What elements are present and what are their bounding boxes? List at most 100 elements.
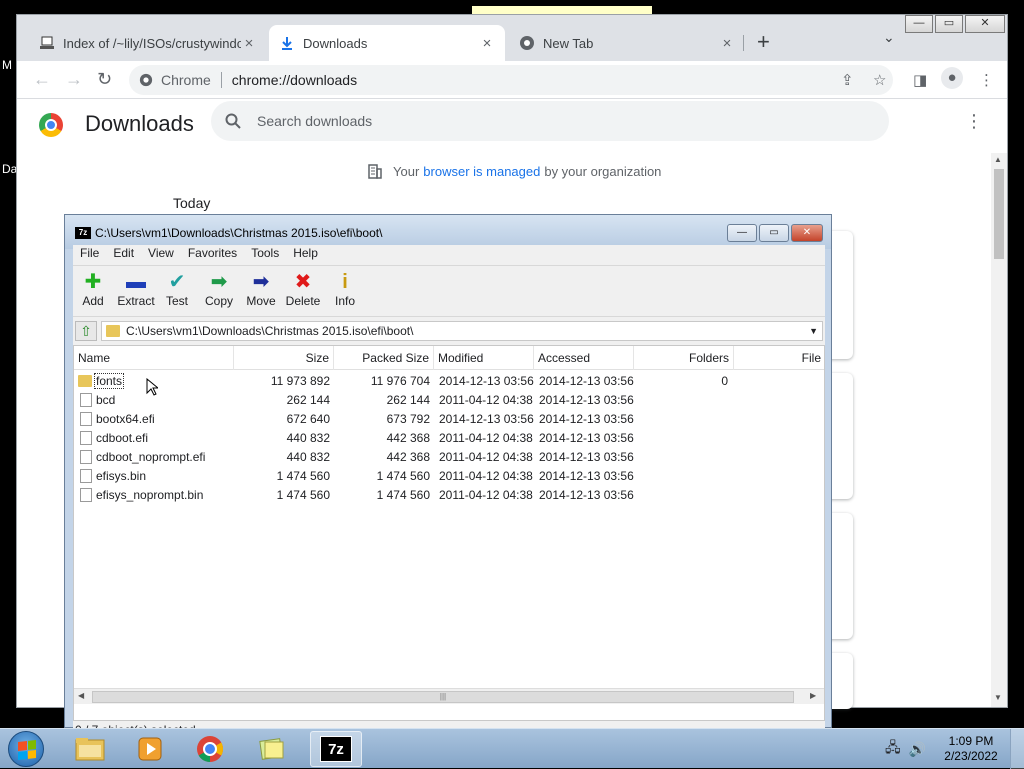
tab-search-button[interactable]: ⌄: [883, 29, 895, 46]
column-packed-size[interactable]: Packed Size: [334, 346, 434, 370]
maximize-button[interactable]: ▭: [759, 224, 789, 242]
back-button[interactable]: ←: [33, 69, 51, 90]
chrome-icon: [139, 73, 153, 87]
check-icon: ✔: [168, 271, 186, 293]
column-name[interactable]: Name: [74, 346, 234, 370]
profile-avatar-icon[interactable]: ●: [941, 67, 963, 89]
scrollbar-thumb[interactable]: [994, 169, 1004, 259]
horizontal-scrollbar[interactable]: ◀ ||| ▶: [74, 688, 824, 704]
add-button[interactable]: ✚ Add: [72, 270, 114, 308]
desktop-icon-label: M: [2, 58, 12, 72]
delete-button[interactable]: ✖ Delete: [282, 270, 324, 308]
tab-title: New Tab: [543, 35, 594, 51]
info-button[interactable]: i Info: [324, 270, 366, 308]
packed-size-cell: 442 368: [386, 431, 430, 445]
column-files[interactable]: File: [734, 346, 824, 370]
search-downloads-input[interactable]: Search downloads: [211, 101, 889, 141]
folder-icon: [78, 375, 92, 387]
sevenzip-titlebar[interactable]: 7z C:\Users\vm1\Downloads\Christmas 2015…: [65, 215, 831, 249]
accessed-cell: 2014-12-13 03:56: [539, 374, 634, 388]
path-dropdown-icon[interactable]: ▼: [809, 322, 818, 340]
scroll-right-icon[interactable]: ▶: [810, 691, 816, 700]
page-scrollbar[interactable]: ▲ ▼: [991, 153, 1007, 707]
downloads-menu-icon[interactable]: ⋮: [965, 111, 983, 132]
show-desktop-button[interactable]: [1010, 729, 1024, 769]
sevenzip-menubar: File Edit View Favorites Tools Help: [73, 245, 325, 263]
tab-downloads[interactable]: Downloads ×: [269, 25, 505, 61]
scroll-up-icon[interactable]: ▲: [994, 155, 1002, 164]
modified-cell: 2011-04-12 04:38: [439, 393, 533, 407]
file-name: bootx64.efi: [96, 412, 155, 426]
close-tab-icon[interactable]: ×: [241, 35, 257, 52]
scroll-left-icon[interactable]: ◀: [78, 691, 84, 700]
close-window-button[interactable]: ✕: [791, 224, 823, 242]
clock[interactable]: 1:09 PM 2/23/2022: [932, 734, 1010, 764]
tab-index-of-isos[interactable]: Index of /~lily/ISOs/crustywindo ×: [29, 25, 267, 61]
omnibox-chrome-label: Chrome: [161, 72, 211, 88]
size-cell: 440 832: [286, 431, 330, 445]
reload-button[interactable]: ↻: [97, 69, 112, 90]
new-tab-button[interactable]: +: [757, 29, 770, 55]
move-button[interactable]: ➡ Move: [240, 270, 282, 308]
page-title: Downloads: [85, 111, 194, 136]
windows-logo-icon: [18, 740, 36, 760]
close-tab-icon[interactable]: ×: [719, 35, 735, 52]
taskbar-sticky-notes[interactable]: [246, 731, 298, 767]
file-name-cell: cdboot.efi: [80, 429, 148, 448]
info-icon: i: [342, 271, 348, 293]
taskbar-7zip[interactable]: 7z: [310, 731, 362, 767]
minimize-button[interactable]: —: [905, 15, 933, 33]
address-bar[interactable]: Chrome chrome://downloads: [129, 65, 893, 95]
file-row[interactable]: bcd 262 144 262 144 2011-04-12 04:38 201…: [74, 391, 824, 410]
column-size[interactable]: Size: [234, 346, 334, 370]
path-input[interactable]: C:\Users\vm1\Downloads\Christmas 2015.is…: [101, 321, 823, 341]
menu-edit[interactable]: Edit: [106, 245, 141, 263]
menu-file[interactable]: File: [73, 245, 106, 263]
file-icon: [80, 488, 92, 502]
taskbar-explorer[interactable]: [64, 731, 116, 767]
close-window-button[interactable]: ✕: [965, 15, 1005, 33]
close-tab-icon[interactable]: ×: [479, 35, 495, 52]
menu-help[interactable]: Help: [286, 245, 325, 263]
scrollbar-thumb[interactable]: |||: [92, 691, 794, 703]
restore-button[interactable]: ▭: [935, 15, 963, 33]
column-modified[interactable]: Modified: [434, 346, 534, 370]
scroll-down-icon[interactable]: ▼: [994, 693, 1002, 702]
modified-cell: 2011-04-12 04:38: [439, 431, 533, 445]
copy-button[interactable]: ➡ Copy: [198, 270, 240, 308]
bookmark-star-icon[interactable]: ☆: [873, 71, 886, 89]
accessed-cell: 2014-12-13 03:56: [539, 431, 634, 445]
up-folder-button[interactable]: ⇧: [75, 321, 97, 341]
menu-favorites[interactable]: Favorites: [181, 245, 244, 263]
file-row[interactable]: bootx64.efi 672 640 673 792 2014-12-13 0…: [74, 410, 824, 429]
column-accessed[interactable]: Accessed: [534, 346, 634, 370]
forward-button[interactable]: →: [65, 69, 83, 90]
sevenzip-taskbar-label: 7z: [320, 736, 352, 762]
network-icon[interactable]: 🖧: [885, 737, 901, 761]
file-row[interactable]: cdboot.efi 440 832 442 368 2011-04-12 04…: [74, 429, 824, 448]
column-folders[interactable]: Folders: [634, 346, 734, 370]
volume-icon[interactable]: 🔊: [909, 741, 926, 758]
menu-tools[interactable]: Tools: [244, 245, 286, 263]
folder-icon: [75, 738, 105, 761]
file-name-cell: efisys_noprompt.bin: [80, 486, 203, 505]
taskbar-media-player[interactable]: [124, 731, 176, 767]
menu-view[interactable]: View: [141, 245, 181, 263]
file-row[interactable]: cdboot_noprompt.efi 440 832 442 368 2011…: [74, 448, 824, 467]
file-row[interactable]: efisys.bin 1 474 560 1 474 560 2011-04-1…: [74, 467, 824, 486]
sevenzip-window-controls: — ▭ ✕: [725, 224, 823, 242]
modified-cell: 2014-12-13 03:56: [439, 374, 534, 388]
taskbar-chrome[interactable]: [184, 731, 236, 767]
test-button[interactable]: ✔ Test: [156, 270, 198, 308]
tab-new-tab[interactable]: New Tab ×: [509, 25, 745, 61]
file-row[interactable]: fonts 11 973 892 11 976 704 2014-12-13 0…: [74, 372, 824, 391]
file-row[interactable]: efisys_noprompt.bin 1 474 560 1 474 560 …: [74, 486, 824, 505]
start-button[interactable]: [8, 731, 44, 767]
extract-button[interactable]: ▬ Extract: [112, 270, 160, 308]
minimize-button[interactable]: —: [727, 224, 757, 242]
copy-arrow-icon: ➡: [210, 271, 228, 293]
managed-link[interactable]: browser is managed: [423, 164, 540, 179]
chrome-menu-icon[interactable]: ⋮: [979, 71, 994, 89]
side-panel-icon[interactable]: ◨: [913, 71, 927, 89]
share-icon[interactable]: ⇪: [841, 71, 854, 89]
